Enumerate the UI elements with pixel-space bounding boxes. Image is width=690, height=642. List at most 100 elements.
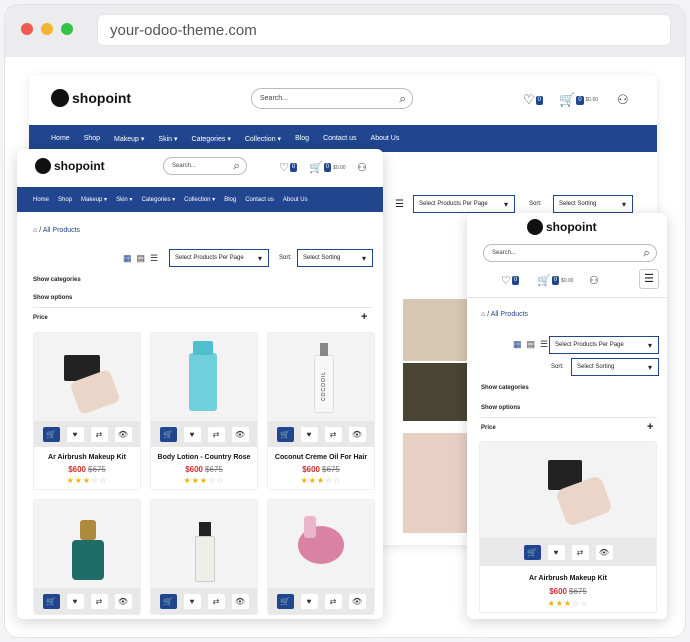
nav-item[interactable]: Makeup ▾ [81, 196, 107, 203]
add-to-cart-button[interactable]: 🛒 [42, 426, 60, 442]
wishlist-icon[interactable]: ♥ [300, 593, 318, 609]
quick-view-icon[interactable]: 👁 [114, 593, 132, 609]
search-input[interactable]: Search... ⌕ [163, 157, 247, 175]
wishlist-icon[interactable]: ♥ [183, 593, 201, 609]
per-page-select[interactable]: Select Products Per Page [169, 249, 269, 267]
product-name[interactable]: Body Lotion - Country Rose [151, 454, 257, 461]
compare-icon[interactable]: ⇄ [90, 593, 108, 609]
quick-view-icon[interactable]: 👁 [231, 593, 249, 609]
search-icon[interactable]: ⌕ [233, 159, 240, 174]
sort-select[interactable]: Select Sorting [297, 249, 373, 267]
compare-icon[interactable]: ⇄ [571, 544, 589, 560]
wishlist-button[interactable]: ♡ 0 [279, 161, 298, 174]
product-image[interactable] [403, 433, 471, 533]
compare-icon[interactable]: ⇄ [324, 593, 342, 609]
search-input[interactable]: Search... ⌕ [483, 244, 657, 262]
cart-button[interactable]: 🛒 0 $0.00 [537, 274, 574, 287]
nav-item[interactable]: Blog [224, 197, 236, 203]
wishlist-icon[interactable]: ♥ [66, 426, 84, 442]
cart-button[interactable]: 🛒 0 $0.00 [309, 161, 346, 174]
product-card[interactable]: 🛒 ♥ ⇄ 👁 Body Lotion - Country Rose $600 $… [150, 332, 258, 490]
add-to-cart-button[interactable]: 🛒 [159, 426, 177, 442]
price-expand-icon[interactable]: + [647, 421, 653, 433]
nav-item[interactable]: About Us [371, 135, 400, 142]
nav-item[interactable]: Collection ▾ [184, 196, 215, 203]
breadcrumb-current[interactable]: All Products [491, 311, 528, 318]
breadcrumb-current[interactable]: All Products [43, 227, 80, 234]
product-image[interactable] [480, 442, 656, 538]
product-card[interactable]: 🛒 ♥ ⇄ 👁 Ar Airbrush Makeup Kit $600 $675 … [33, 332, 141, 490]
grid-view-icon[interactable]: ▦ [123, 253, 132, 264]
product-image[interactable] [268, 500, 374, 588]
product-name[interactable]: Coconut Creme Oil For Hair [268, 454, 374, 461]
list-view-icon[interactable]: ☰ [540, 339, 548, 350]
nav-item[interactable]: About Us [283, 197, 308, 203]
search-icon[interactable]: ⌕ [399, 91, 406, 106]
minimize-dot[interactable] [41, 23, 53, 35]
list-view-icon[interactable]: ☰ [395, 199, 404, 210]
nav-item[interactable]: Home [51, 135, 70, 142]
sort-select[interactable]: Select Sorting [553, 195, 633, 213]
product-image[interactable]: COCOOIL [268, 333, 374, 421]
nav-item[interactable]: Makeup ▾ [114, 135, 144, 143]
home-icon[interactable]: ⌂ [33, 227, 37, 234]
add-to-cart-button[interactable]: 🛒 [159, 593, 177, 609]
show-options[interactable]: Show options [481, 405, 520, 411]
product-card[interactable]: 🛒 ♥ ⇄ 👁 [33, 499, 141, 615]
quick-view-icon[interactable]: 👁 [348, 426, 366, 442]
site-logo[interactable]: shopoint [35, 158, 105, 174]
wishlist-button[interactable]: ♡ 0 [523, 92, 543, 108]
show-categories[interactable]: Show categories [33, 277, 81, 283]
nav-item[interactable]: Skin ▾ [116, 196, 132, 203]
site-logo[interactable]: shopoint [51, 89, 131, 107]
quick-view-icon[interactable]: 👁 [231, 426, 249, 442]
address-bar[interactable]: your-odoo-theme.com [97, 14, 671, 46]
nav-item[interactable]: Shop [84, 135, 100, 142]
compare-icon[interactable]: ⇄ [324, 426, 342, 442]
home-icon[interactable]: ⌂ [481, 311, 485, 318]
grid-large-view-icon[interactable]: ▤ [527, 339, 536, 350]
product-image[interactable] [34, 500, 140, 588]
product-image[interactable] [403, 299, 471, 361]
product-image[interactable] [403, 363, 471, 421]
compare-icon[interactable]: ⇄ [90, 426, 108, 442]
product-image[interactable] [151, 333, 257, 421]
grid-view-icon[interactable]: ▦ [513, 339, 522, 350]
wishlist-button[interactable]: ♡ 0 [501, 274, 520, 287]
show-categories[interactable]: Show categories [481, 385, 529, 391]
price-expand-icon[interactable]: + [361, 311, 367, 323]
nav-item[interactable]: Contact us [245, 197, 274, 203]
product-card[interactable]: 🛒 ♥ ⇄ 👁 [150, 499, 258, 615]
maximize-dot[interactable] [61, 23, 73, 35]
nav-item[interactable]: Blog [295, 135, 309, 142]
price-filter[interactable]: Price [33, 315, 48, 321]
wishlist-icon[interactable]: ♥ [183, 426, 201, 442]
search-input[interactable]: Search... ⌕ [251, 88, 413, 109]
nav-item[interactable]: Skin ▾ [158, 135, 177, 143]
search-icon[interactable]: ⌕ [643, 246, 650, 261]
product-name[interactable]: Ar Airbrush Makeup Kit [34, 454, 140, 461]
nav-item[interactable]: Categories ▾ [192, 135, 231, 143]
cart-button[interactable]: 🛒 0 $0.00 [559, 92, 598, 108]
add-to-cart-button[interactable]: 🛒 [523, 544, 541, 560]
nav-item[interactable]: Shop [58, 197, 72, 203]
add-to-cart-button[interactable]: 🛒 [276, 426, 294, 442]
wishlist-icon[interactable]: ♥ [547, 544, 565, 560]
per-page-select[interactable]: Select Products Per Page [413, 195, 515, 213]
wishlist-icon[interactable]: ♥ [66, 593, 84, 609]
product-card[interactable]: 🛒 ♥ ⇄ 👁 [267, 499, 375, 615]
quick-view-icon[interactable]: 👁 [595, 544, 613, 560]
add-to-cart-button[interactable]: 🛒 [276, 593, 294, 609]
account-button[interactable]: ⚇ [357, 161, 367, 174]
nav-item[interactable]: Home [33, 197, 49, 203]
site-logo[interactable]: shopoint [527, 219, 597, 235]
quick-view-icon[interactable]: 👁 [348, 593, 366, 609]
product-card[interactable]: 🛒 ♥ ⇄ 👁 Ar Airbrush Makeup Kit $600 $675 … [479, 441, 657, 613]
quick-view-icon[interactable]: 👁 [114, 426, 132, 442]
wishlist-icon[interactable]: ♥ [300, 426, 318, 442]
account-button[interactable]: ⚇ [617, 92, 629, 108]
product-card[interactable]: COCOOIL 🛒 ♥ ⇄ 👁 Coconut Creme Oil For Ha… [267, 332, 375, 490]
compare-icon[interactable]: ⇄ [207, 593, 225, 609]
product-image[interactable] [151, 500, 257, 588]
show-options[interactable]: Show options [33, 295, 72, 301]
